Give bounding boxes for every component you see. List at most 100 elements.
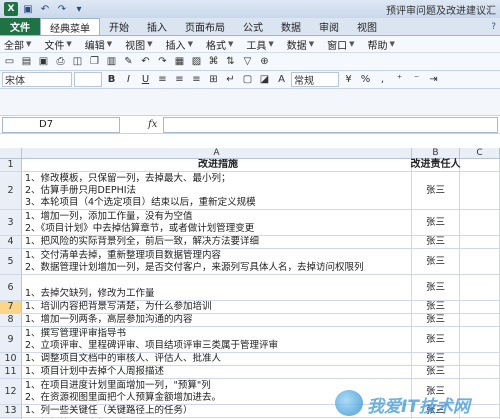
paste-icon[interactable]: ▥ <box>104 54 119 69</box>
cell[interactable] <box>460 327 500 352</box>
cell[interactable] <box>460 301 500 313</box>
font-color-icon[interactable]: A <box>274 72 289 87</box>
menu-data[interactable]: 数据 ▼ <box>283 37 323 52</box>
cell-owner[interactable]: 张三 <box>412 236 460 248</box>
cell[interactable] <box>460 275 500 300</box>
cell-owner[interactable]: 张三 <box>412 275 460 300</box>
row-header[interactable]: 12 <box>0 379 22 404</box>
name-box[interactable]: D7 <box>2 116 120 133</box>
row-header[interactable]: 7 <box>0 301 22 313</box>
row-header[interactable]: 1 <box>0 159 22 171</box>
italic-button[interactable]: I <box>121 72 136 87</box>
cell[interactable] <box>460 172 500 209</box>
undo-icon[interactable]: ↶ <box>38 2 52 16</box>
copy-icon[interactable]: ❐ <box>87 54 102 69</box>
tab-classic-menu[interactable]: 经典菜单 <box>40 18 100 35</box>
cell-owner[interactable]: 张三 <box>412 249 460 274</box>
cell-improvement-measure[interactable]: 1、撰写管理评审指导书 2、立项评审、里程碑评审、项目结项评审三类属于管理评审 <box>22 327 412 352</box>
cell[interactable] <box>460 159 500 171</box>
new-file-icon[interactable]: ▭ <box>2 54 17 69</box>
cell-improvement-measure[interactable]: 1、增加一列两条，高层参加沟通的内容 <box>22 314 412 326</box>
cell[interactable] <box>460 314 500 326</box>
cell[interactable] <box>460 210 500 235</box>
zoom-icon[interactable]: ⊕ <box>257 54 272 69</box>
cell-owner[interactable]: 张三 <box>412 210 460 235</box>
currency-icon[interactable]: ¥ <box>341 72 356 87</box>
row-header[interactable]: 6 <box>0 275 22 300</box>
cell[interactable] <box>460 249 500 274</box>
format-painter-icon[interactable]: ✎ <box>121 54 136 69</box>
column-header-a[interactable]: A <box>22 148 412 158</box>
row-header[interactable]: 9 <box>0 327 22 352</box>
comma-icon[interactable]: , <box>375 72 390 87</box>
fill-color-icon[interactable]: ◪ <box>257 72 272 87</box>
cell-owner[interactable]: 张三 <box>412 353 460 365</box>
align-left-icon[interactable]: ≡ <box>155 72 170 87</box>
insert-function-icon[interactable]: fx <box>148 119 157 130</box>
cell[interactable] <box>460 236 500 248</box>
tab-file[interactable]: 文件 <box>0 18 40 35</box>
preview-icon[interactable]: ◫ <box>70 54 85 69</box>
cell-improvement-measure[interactable]: 1、把风险的实际背景列全，前后一致，解决方法要详细 <box>22 236 412 248</box>
cell-owner[interactable]: 张三 <box>412 172 460 209</box>
number-format-select[interactable]: 常规 <box>291 72 339 87</box>
cell-improvement-measure[interactable]: 1、交付清单去掉，重新整理项目数据管理内容 2、数据管理计划增加一列，是否交付客户… <box>22 249 412 274</box>
font-name-select[interactable]: 宋体 <box>2 72 72 87</box>
decrease-decimal-icon[interactable]: ⁻ <box>409 72 424 87</box>
cell-owner[interactable]: 张三 <box>412 301 460 313</box>
menu-edit[interactable]: 编辑 ▼ <box>81 37 121 52</box>
row-header[interactable]: 5 <box>0 249 22 274</box>
open-folder-icon[interactable]: ▤ <box>19 54 34 69</box>
menu-window[interactable]: 窗口 ▼ <box>323 37 363 52</box>
align-center-icon[interactable]: ≡ <box>172 72 187 87</box>
row-header[interactable]: 3 <box>0 210 22 235</box>
row-header[interactable]: 8 <box>0 314 22 326</box>
cell-improvement-measure[interactable]: 1、调整项目文档中的审核人、评估人、批准人 <box>22 353 412 365</box>
filter-icon[interactable]: ▽ <box>240 54 255 69</box>
cell-improvement-measure[interactable]: 1、修改模板，只保留一列，去掉最大、最小列； 2、估算手册只用DEPHI法 3、本轮… <box>22 172 412 209</box>
cell-improvement-measure[interactable]: 1、项目计划中去掉个人周报描述 <box>22 366 412 378</box>
tab-review[interactable]: 审阅 <box>310 18 348 35</box>
row-header[interactable]: 11 <box>0 366 22 378</box>
undo-icon[interactable]: ↶ <box>138 54 153 69</box>
tab-view[interactable]: 视图 <box>348 18 386 35</box>
wrap-text-icon[interactable]: ↵ <box>223 72 238 87</box>
align-right-icon[interactable]: ≡ <box>189 72 204 87</box>
cell-improvement-measure[interactable]: 1、培训内容把背景写清楚，为什么参加培训 <box>22 301 412 313</box>
underline-button[interactable]: U <box>138 72 153 87</box>
cell-improvement-measure[interactable]: 1、增加一列，添加工作量，没有为空值 2、《项目计划》中去掉估算章节，或者做计划管… <box>22 210 412 235</box>
tab-page-layout[interactable]: 页面布局 <box>176 18 234 35</box>
help-icon[interactable]: ? <box>491 22 496 32</box>
increase-decimal-icon[interactable]: ⁺ <box>392 72 407 87</box>
cell-owner[interactable]: 张三 <box>412 314 460 326</box>
row-header[interactable]: 4 <box>0 236 22 248</box>
tab-home[interactable]: 开始 <box>100 18 138 35</box>
column-header-c[interactable]: C <box>460 148 500 158</box>
menu-help[interactable]: 帮助 ▼ <box>364 37 404 52</box>
redo-icon[interactable]: ↷ <box>55 2 69 16</box>
select-all-corner[interactable] <box>0 148 22 158</box>
borders-icon[interactable]: ▢ <box>240 72 255 87</box>
menu-format[interactable]: 格式 ▼ <box>202 37 242 52</box>
font-size-select[interactable] <box>74 72 102 87</box>
cell[interactable] <box>460 366 500 378</box>
excel-app-icon[interactable]: X <box>4 2 18 16</box>
menu-insert[interactable]: 插入 ▼ <box>162 37 202 52</box>
save-icon[interactable]: ▣ <box>36 54 51 69</box>
menu-all[interactable]: 全部 ▼ <box>0 37 40 52</box>
tab-insert[interactable]: 插入 <box>138 18 176 35</box>
sort-icon[interactable]: ⇅ <box>223 54 238 69</box>
cell-owner[interactable]: 张三 <box>412 327 460 352</box>
hyperlink-icon[interactable]: ⌘ <box>206 54 221 69</box>
insert-table-icon[interactable]: ▨ <box>189 54 204 69</box>
percent-icon[interactable]: % <box>358 72 373 87</box>
tab-formulas[interactable]: 公式 <box>234 18 272 35</box>
row-header[interactable]: 10 <box>0 353 22 365</box>
column-header-b[interactable]: B <box>412 148 460 158</box>
tab-data[interactable]: 数据 <box>272 18 310 35</box>
menu-file[interactable]: 文件 ▼ <box>40 37 80 52</box>
customize-qat-icon[interactable]: ▾ <box>72 2 86 16</box>
print-icon[interactable]: ⎙ <box>53 54 68 69</box>
header-cell-measures[interactable]: 改进措施 <box>22 159 412 171</box>
bold-button[interactable]: B <box>104 72 119 87</box>
